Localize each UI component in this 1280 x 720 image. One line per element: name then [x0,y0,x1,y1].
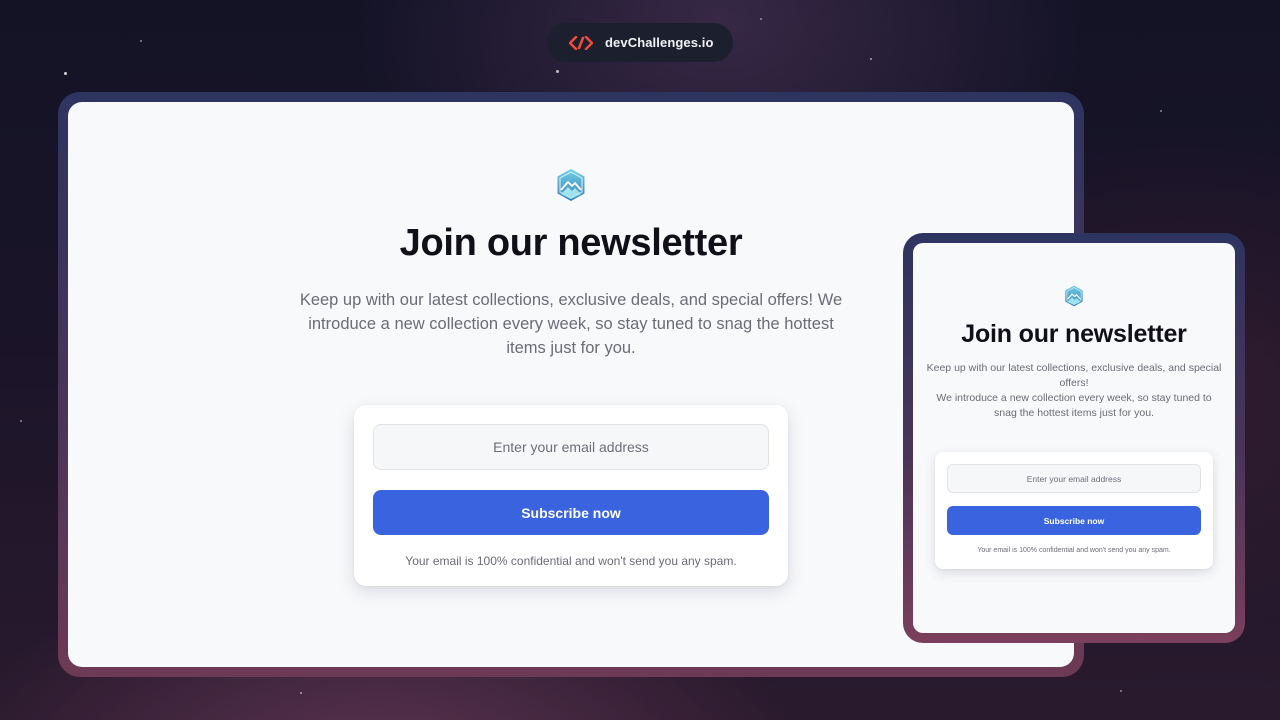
email-input[interactable] [373,424,769,470]
subscribe-button[interactable]: Subscribe now [373,490,769,535]
mobile-subscribe-button[interactable]: Subscribe now [947,506,1201,535]
mountain-hexagon-icon [1065,285,1083,307]
mobile-subscribe-card: Subscribe now Your email is 100% confide… [935,452,1213,569]
star [64,72,67,75]
mobile-page-title: Join our newsletter [961,320,1187,348]
devchallenges-logo-icon [569,35,593,50]
mobile-preview-frame: Join our newsletter Keep up with our lat… [903,233,1245,643]
page-description: Keep up with our latest collections, exc… [299,291,843,357]
mobile-privacy-note: Your email is 100% confidential and won'… [977,547,1171,554]
brand-badge[interactable]: devChallenges.io [547,23,733,62]
star [20,420,22,422]
mobile-email-input[interactable] [947,464,1201,493]
privacy-note: Your email is 100% confidential and won'… [405,554,737,568]
star [1160,110,1162,112]
star [870,58,872,60]
star [300,692,302,694]
mobile-page-description: Keep up with our latest collections, exc… [926,362,1222,419]
star [140,40,142,42]
star [556,70,559,73]
subscribe-card: Subscribe now Your email is 100% confide… [354,405,788,586]
mountain-hexagon-icon [557,169,585,201]
brand-name: devChallenges.io [605,35,714,50]
star [760,18,762,20]
star [1120,690,1122,692]
mobile-preview-screen: Join our newsletter Keep up with our lat… [913,243,1235,633]
